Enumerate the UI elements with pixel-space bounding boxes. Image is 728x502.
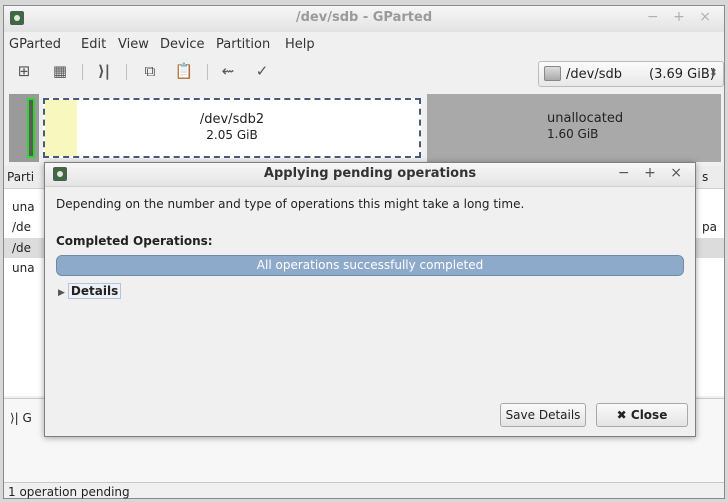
pending-operation-item[interactable]: ⟩| G — [10, 411, 32, 425]
unallocated-size: 1.60 GiB — [547, 127, 599, 141]
partition-sdb2-name: /dev/sdb2 — [199, 112, 265, 127]
progress-text: All operations successfully completed — [256, 258, 484, 272]
disk-icon — [544, 66, 561, 81]
applying-operations-dialog: Applying pending operations − + × Depend… — [44, 162, 696, 437]
table-row[interactable]: /de — [12, 241, 31, 255]
paste-icon[interactable]: 📋 — [174, 61, 194, 81]
partition-unallocated[interactable]: unallocated 1.60 GiB — [427, 94, 721, 162]
unallocated-name: unallocated — [547, 111, 624, 126]
status-text: 1 operation pending — [8, 485, 130, 499]
menu-bar: GParted Edit View Device Partition Help — [4, 32, 724, 56]
window-title: /dev/sdb - GParted — [295, 10, 433, 25]
new-partition-icon[interactable]: ⊞ — [14, 61, 34, 81]
table-row[interactable]: una — [12, 261, 35, 275]
disk-graphic: /dev/sdb2 2.05 GiB unallocated 1.60 GiB — [9, 94, 721, 162]
menu-help[interactable]: Help — [285, 37, 315, 52]
device-path: /dev/sdb — [566, 67, 622, 82]
details-expander[interactable]: ▶ Details — [58, 283, 122, 299]
table-row[interactable]: /de — [12, 220, 31, 234]
close-button[interactable]: ✖ Close — [596, 403, 688, 427]
partition-sdb2-size: 2.05 GiB — [206, 128, 258, 142]
toolbar-separator — [82, 64, 83, 80]
save-details-button[interactable]: Save Details — [500, 403, 586, 427]
updown-arrow-icon: ⬍ — [708, 66, 718, 79]
partition-sdb2[interactable]: /dev/sdb2 2.05 GiB — [43, 98, 421, 158]
column-partition[interactable]: Parti — [7, 170, 34, 184]
resize-move-icon[interactable]: ⟩| — [94, 61, 114, 81]
completed-operations-label: Completed Operations: — [56, 234, 213, 248]
delete-partition-icon[interactable]: ▦ — [50, 61, 70, 81]
menu-partition[interactable]: Partition — [216, 37, 270, 52]
apply-icon[interactable]: ✓ — [252, 61, 272, 81]
menu-device[interactable]: Device — [160, 37, 204, 52]
dialog-window-controls[interactable]: − + × — [618, 165, 687, 181]
partition-small-used — [27, 98, 35, 158]
menu-gparted[interactable]: GParted — [9, 37, 61, 52]
copy-icon[interactable]: ⧉ — [140, 61, 160, 81]
details-label: Details — [67, 283, 122, 299]
table-row-flags: pa — [702, 220, 717, 234]
toolbar-separator — [126, 64, 127, 80]
expander-triangle-icon: ▶ — [58, 288, 65, 298]
device-size: (3.69 GiB) — [649, 67, 715, 82]
undo-icon[interactable]: ⇜ — [218, 61, 238, 81]
table-row[interactable]: una — [12, 200, 35, 214]
menu-view[interactable]: View — [118, 37, 149, 52]
partition-small[interactable] — [9, 94, 39, 162]
dialog-description: Depending on the number and type of oper… — [56, 197, 525, 211]
device-selector[interactable]: /dev/sdb (3.69 GiB) ⬍ — [538, 61, 724, 87]
dialog-title: Applying pending operations — [263, 166, 477, 181]
toolbar-separator — [207, 64, 208, 80]
status-bar: 1 operation pending — [4, 482, 724, 501]
window-controls[interactable]: − + × — [647, 9, 716, 25]
dialog-titlebar[interactable]: Applying pending operations − + × — [45, 163, 695, 187]
window-titlebar[interactable]: /dev/sdb - GParted − + × — [4, 6, 724, 32]
progress-bar: All operations successfully completed — [56, 255, 684, 276]
menu-edit[interactable]: Edit — [81, 37, 106, 52]
column-flags[interactable]: s — [702, 170, 708, 184]
